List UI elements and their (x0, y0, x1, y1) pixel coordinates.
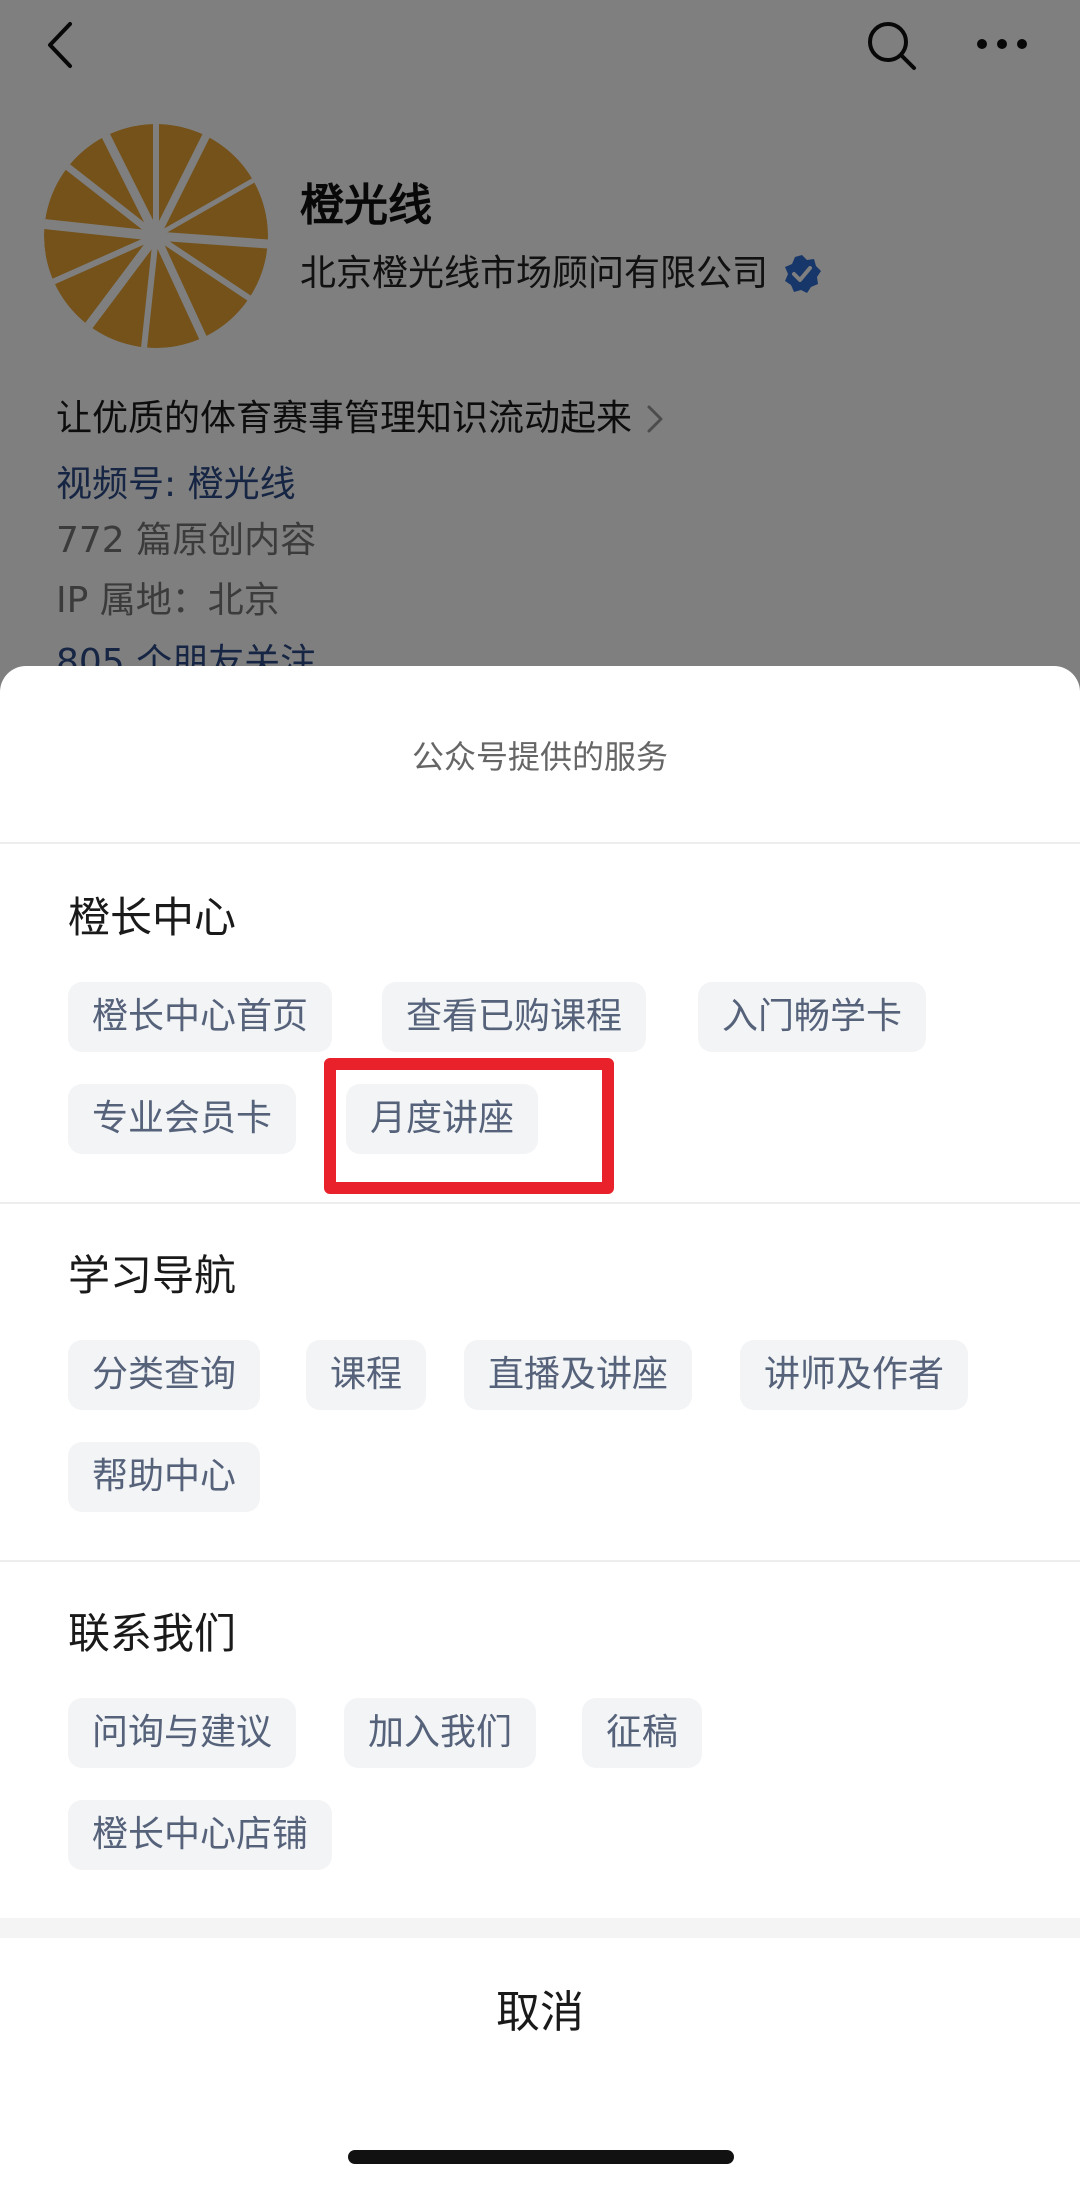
service-chip[interactable]: 分类查询 (68, 1340, 261, 1410)
section-title-learning-nav: 学习导航 (68, 1251, 237, 1300)
cancel-button[interactable]: 取消 (0, 1978, 1080, 2048)
service-chip[interactable]: 加入我们 (344, 1698, 537, 1768)
service-chip[interactable]: 橙长中心首页 (68, 982, 333, 1052)
sheet-separator (0, 1918, 1080, 1938)
service-chip[interactable]: 课程 (306, 1340, 427, 1410)
home-indicator (348, 2150, 734, 2164)
section-title-contact-us: 联系我们 (68, 1609, 237, 1658)
divider (0, 1202, 1080, 1204)
section-title-orange-center: 橙长中心 (68, 893, 237, 942)
service-chip[interactable]: 讲师及作者 (740, 1340, 969, 1410)
service-chip[interactable]: 征稿 (582, 1698, 703, 1768)
sheet-title: 公众号提供的服务 (411, 738, 668, 776)
divider (0, 1560, 1080, 1562)
service-chip[interactable]: 问询与建议 (68, 1698, 297, 1768)
divider (0, 842, 1080, 844)
services-sheet: 公众号提供的服务 橙长中心 橙长中心首页 查看已购课程 入门畅学卡 专业会员卡 … (0, 666, 1080, 2189)
service-chip[interactable]: 橙长中心店铺 (68, 1800, 333, 1870)
service-chip[interactable]: 查看已购课程 (382, 982, 647, 1052)
service-chip[interactable]: 入门畅学卡 (698, 982, 927, 1052)
highlight-box (324, 1058, 614, 1194)
service-chip[interactable]: 直播及讲座 (464, 1340, 693, 1410)
service-chip[interactable]: 专业会员卡 (68, 1084, 297, 1154)
service-chip[interactable]: 帮助中心 (68, 1442, 261, 1512)
